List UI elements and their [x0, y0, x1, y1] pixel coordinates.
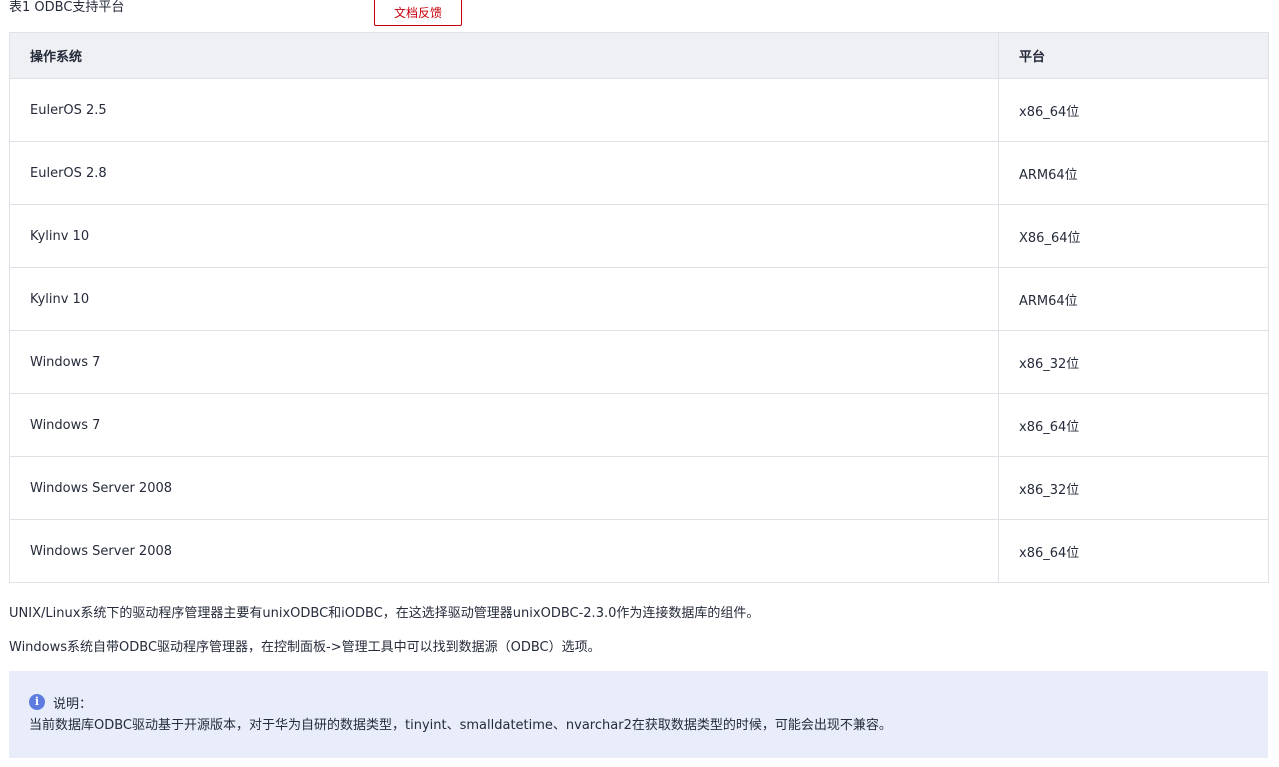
- table-row: Windows 7 x86_32位: [9, 330, 1269, 394]
- windows-odbc-paragraph: Windows系统自带ODBC驱动程序管理器，在控制面板->管理工具中可以找到数…: [9, 640, 601, 655]
- platform-cell: x86_64位: [998, 393, 1269, 457]
- table-header-row: 操作系统 平台: [9, 32, 1269, 79]
- platform-cell: ARM64位: [998, 267, 1269, 331]
- table-caption: 表1 ODBC支持平台: [9, 0, 125, 15]
- os-cell: EulerOS 2.5: [9, 78, 999, 142]
- table-row: Windows 7 x86_64位: [9, 393, 1269, 457]
- os-cell: Windows 7: [9, 330, 999, 394]
- platform-cell: X86_64位: [998, 204, 1269, 268]
- platform-cell: ARM64位: [998, 141, 1269, 205]
- os-cell: Windows Server 2008: [9, 456, 999, 520]
- note-body: 当前数据库ODBC驱动基于开源版本，对于华为自研的数据类型，tinyint、sm…: [29, 718, 892, 733]
- table-row: Windows Server 2008 x86_64位: [9, 519, 1269, 583]
- header-platform: 平台: [998, 32, 1269, 79]
- table-row: Kylinv 10 X86_64位: [9, 204, 1269, 268]
- driver-manager-paragraph: UNIX/Linux系统下的驱动程序管理器主要有unixODBC和iODBC，在…: [9, 606, 760, 621]
- os-cell: EulerOS 2.8: [9, 141, 999, 205]
- table-row: Windows Server 2008 x86_32位: [9, 456, 1269, 520]
- header-os: 操作系统: [9, 32, 999, 79]
- os-cell: Windows Server 2008: [9, 519, 999, 583]
- os-cell: Kylinv 10: [9, 267, 999, 331]
- table-row: EulerOS 2.5 x86_64位: [9, 78, 1269, 142]
- info-icon: i: [29, 694, 45, 710]
- platform-cell: x86_32位: [998, 456, 1269, 520]
- note-box: i 说明： 当前数据库ODBC驱动基于开源版本，对于华为自研的数据类型，tiny…: [9, 671, 1268, 758]
- note-header: i 说明：: [29, 693, 93, 712]
- feedback-button[interactable]: 文档反馈: [374, 0, 462, 26]
- table-row: EulerOS 2.8 ARM64位: [9, 141, 1269, 205]
- note-title: 说明：: [53, 696, 93, 712]
- platform-table: 操作系统 平台 EulerOS 2.5 x86_64位 EulerOS 2.8 …: [9, 32, 1269, 583]
- os-cell: Windows 7: [9, 393, 999, 457]
- platform-cell: x86_64位: [998, 519, 1269, 583]
- table-row: Kylinv 10 ARM64位: [9, 267, 1269, 331]
- platform-cell: x86_32位: [998, 330, 1269, 394]
- platform-cell: x86_64位: [998, 78, 1269, 142]
- os-cell: Kylinv 10: [9, 204, 999, 268]
